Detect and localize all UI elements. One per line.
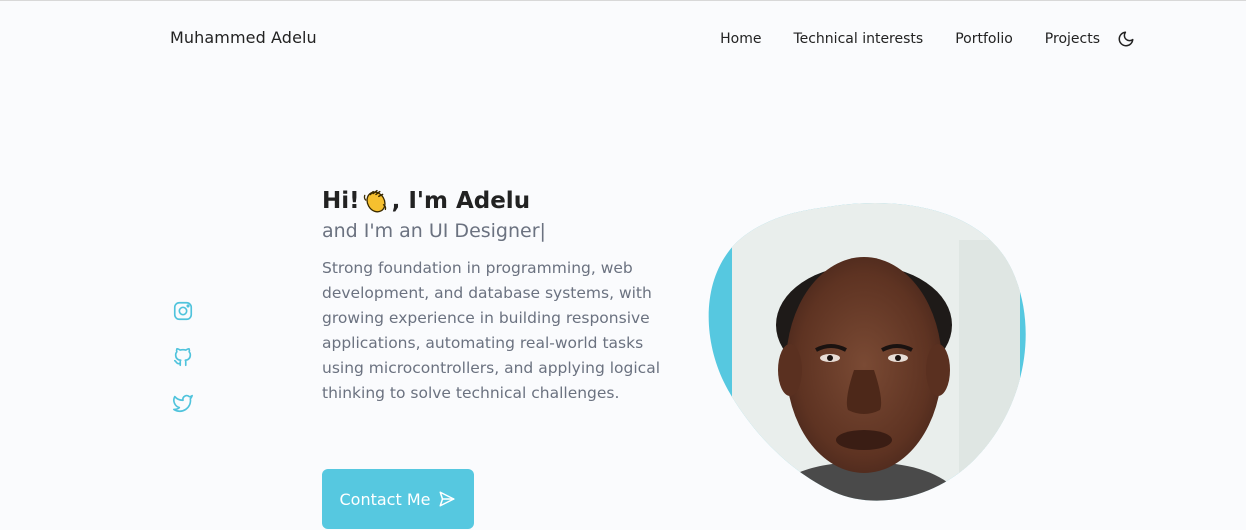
nav-technical-interests[interactable]: Technical interests [793, 31, 923, 47]
nav-projects[interactable]: Projects [1045, 31, 1100, 47]
profile-photo [704, 200, 1030, 506]
waving-hand-icon [361, 186, 391, 216]
hero-section: Hi! , I'm Adelu and I'm an UI Designer| … [322, 186, 682, 406]
instagram-icon[interactable] [172, 300, 194, 322]
moon-icon[interactable] [1116, 29, 1136, 49]
nav-home[interactable]: Home [720, 31, 761, 47]
contact-me-button[interactable]: Contact Me [322, 469, 474, 529]
github-icon[interactable] [172, 346, 194, 368]
hero-subtitle: and I'm an UI Designer| [322, 220, 546, 242]
contact-me-label: Contact Me [339, 489, 431, 509]
hero-description: Strong foundation in programming, web de… [322, 259, 661, 402]
send-icon [438, 490, 456, 508]
hero-name: , I'm Adelu [391, 188, 531, 214]
hero-greeting: Hi! , I'm Adelu [322, 186, 682, 216]
twitter-icon[interactable] [172, 392, 194, 414]
hero-hi: Hi! [322, 188, 360, 214]
main-nav: Home Technical interests Portfolio Proje… [688, 29, 1136, 49]
site-header: Muhammed Adelu Home Technical interests … [0, 1, 1246, 73]
social-links [172, 300, 194, 438]
nav-portfolio[interactable]: Portfolio [955, 31, 1013, 47]
site-logo[interactable]: Muhammed Adelu [170, 28, 317, 47]
